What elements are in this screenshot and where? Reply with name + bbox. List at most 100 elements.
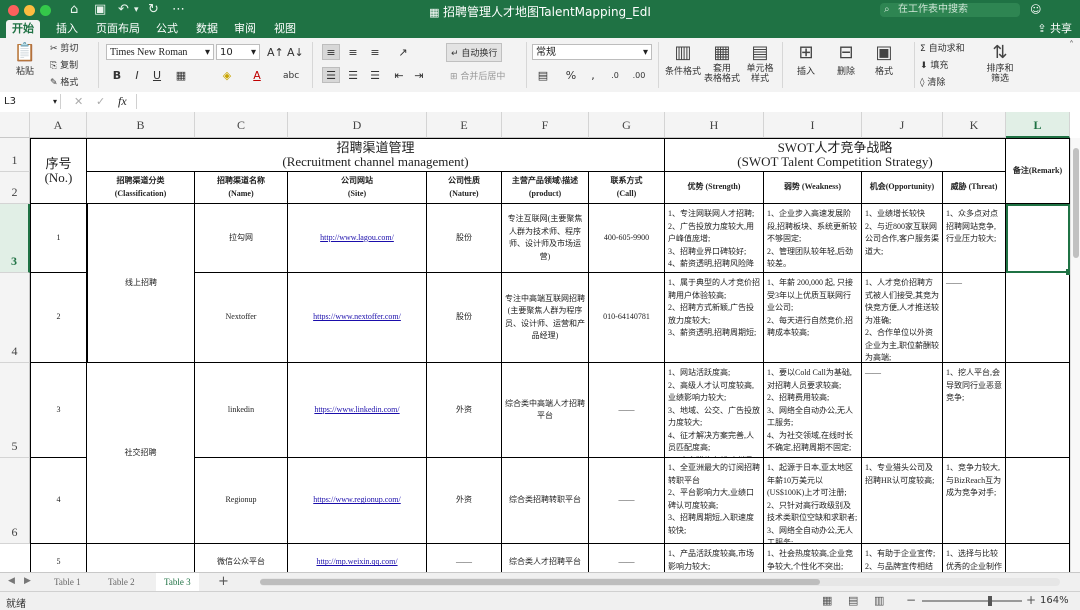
align-top-button[interactable]: ≡ (322, 44, 340, 60)
percent-button[interactable]: % (562, 67, 580, 83)
contact-call[interactable]: —— (589, 544, 665, 572)
font-color-icon[interactable]: A (248, 67, 266, 83)
swot-strength[interactable]: 1、属于典型的人才竞价招聘用户体验较高; 2、招聘方式新颖,广告投放力度较大; … (665, 273, 764, 363)
name-box[interactable]: L3 ▾ (4, 94, 61, 109)
fill-color-icon[interactable]: ◈ (218, 67, 236, 83)
company-site-link[interactable]: http://www.lagou.com/ (288, 204, 427, 273)
zoom-in-button[interactable]: + (1026, 593, 1036, 607)
header-sub-5[interactable]: 联系方式 (Call) (589, 172, 665, 204)
header-sub-0[interactable]: 招聘渠道分类 (Classification) (87, 172, 195, 204)
search-box[interactable]: ⌕ 在工作表中搜索 (880, 3, 1020, 17)
company-nature[interactable]: —— (427, 544, 502, 572)
delete-cells-button[interactable]: ⊟ 删除 (832, 42, 860, 77)
product-description[interactable]: 专注互联网(主要聚焦人群为技术师、程序师、设计师及市场运营) (502, 204, 589, 273)
contact-call[interactable]: 400-605-9900 (589, 204, 665, 273)
comma-style-icon[interactable]: , (584, 67, 602, 83)
tab-formulas[interactable]: 公式 (150, 20, 184, 38)
channel-name[interactable]: Nextoffer (195, 273, 288, 363)
row-no[interactable]: 1 (30, 204, 87, 273)
cancel-edit-icon[interactable]: ✕ (74, 95, 83, 108)
company-nature[interactable]: 股份 (427, 273, 502, 363)
number-format-select[interactable]: 常规 ▾ (532, 44, 652, 60)
swot-threat[interactable]: 1、挖人平台,会导致同行业恶意竞争; (943, 363, 1006, 458)
swot-weakness[interactable]: 1、起源于日本,亚太地区年薪10万美元以 (US$100K)上才可注册; 2、只… (764, 458, 862, 544)
decrease-decimal-icon[interactable]: .00 (630, 67, 648, 83)
autosum-button[interactable]: Σ 自动求和 (920, 41, 965, 54)
swot-strength[interactable]: 1、产品活跃度较高,市场影响力较大; 2、传播快, (665, 544, 764, 572)
swot-strength[interactable]: 1、专注网联网人才招聘; 2、广告投放力度较大,用户峰值庞增; 3、招聘业界口碑… (665, 204, 764, 273)
confirm-edit-icon[interactable]: ✓ (96, 95, 105, 108)
tab-insert[interactable]: 插入 (50, 20, 84, 38)
vertical-scrollbar[interactable] (1070, 138, 1080, 572)
tab-home[interactable]: 开始 (6, 20, 40, 38)
row-no[interactable]: 3 (30, 363, 87, 458)
header-sub-2[interactable]: 公司网站 (Site) (288, 172, 427, 204)
merge-center-button[interactable]: ⊞ 合并后居中 (450, 69, 505, 82)
formula-input[interactable] (136, 94, 1057, 109)
column-header-f[interactable]: F (502, 112, 589, 138)
decrease-font-button[interactable]: A↓ (286, 44, 304, 60)
column-header-g[interactable]: G (589, 112, 665, 138)
swot-weakness[interactable]: 1、年薪 200,000 起, 只接受3年以上优质互联网行业公司; 2、每天进行… (764, 273, 862, 363)
product-description[interactable]: 专注中高端互联网招聘(主要聚焦人群为程序员、设计师、运营和产品经理) (502, 273, 589, 363)
format-as-table-button[interactable]: ▦ 套用 表格格式 (704, 42, 740, 84)
company-nature[interactable]: 股份 (427, 204, 502, 273)
increase-font-button[interactable]: A↑ (266, 44, 284, 60)
header-sub-6[interactable]: 优势 (Strength) (665, 172, 764, 204)
column-header-j[interactable]: J (862, 112, 943, 138)
tab-review[interactable]: 审阅 (228, 20, 262, 38)
border-button[interactable]: ▦ (172, 67, 190, 83)
zoom-slider[interactable] (922, 596, 1022, 606)
sheet-tab-table-1[interactable]: Table 1 (46, 573, 89, 591)
header-sub-8[interactable]: 机会(Opportunity) (862, 172, 943, 204)
header-no[interactable]: 序号 (No.) (30, 138, 87, 204)
swot-strength[interactable]: 1、全亚洲最大的订阅招聘转职平台 2、平台影响力大,业绩口碑认可度较高; 3、招… (665, 458, 764, 544)
share-button[interactable]: ⇪ 共享 (1037, 20, 1072, 38)
column-header-b[interactable]: B (87, 112, 195, 138)
format-painter-button[interactable]: ✎ 格式 (50, 75, 78, 88)
decrease-indent-button[interactable]: ⇤ (390, 67, 408, 83)
row-header-5[interactable]: 5 (0, 363, 30, 458)
column-header-e[interactable]: E (427, 112, 502, 138)
row-header-6[interactable]: 6 (0, 458, 30, 544)
paste-button[interactable]: 📋 粘贴 (10, 42, 40, 77)
insert-function-button[interactable]: fx (118, 94, 127, 109)
swot-weakness[interactable]: 1、社会热度较高,企业竞争较大,个性化不突出; 2、招聘周期不确定 (764, 544, 862, 572)
cut-button[interactable]: ✂ 剪切 (50, 41, 78, 54)
fill-button[interactable]: ⬇ 填充 (920, 58, 948, 71)
italic-button[interactable]: I (128, 67, 146, 83)
swot-threat[interactable]: —— (943, 273, 1006, 363)
row-header-1[interactable]: 1 (0, 138, 30, 172)
classification-online[interactable]: 线上招聘 (87, 204, 195, 363)
swot-threat[interactable]: 1、众多点对点招聘网站竞争,行业压力较大; (943, 204, 1006, 273)
align-right-button[interactable]: ☰ (366, 67, 384, 83)
swot-opportunity[interactable]: —— (862, 363, 943, 458)
swot-threat[interactable]: 1、竞争力较大,与BizReach互为成为竞争对手; (943, 458, 1006, 544)
header-channel-management[interactable]: 招聘渠道管理 (Recruitment channel management) (87, 138, 665, 172)
company-nature[interactable]: 外资 (427, 363, 502, 458)
sheet-tab-table-2[interactable]: Table 2 (100, 573, 143, 591)
currency-icon[interactable]: ▤ (534, 67, 552, 83)
swot-opportunity[interactable]: 1、专业猎头公司及招聘HR认可度较高; (862, 458, 943, 544)
header-swot[interactable]: SWOT人才竞争战略 (SWOT Talent Competition Stra… (665, 138, 1006, 172)
row-no[interactable]: 2 (30, 273, 87, 363)
tab-view[interactable]: 视图 (268, 20, 302, 38)
swot-threat[interactable]: 1、选择与比较优秀的企业制作平台介绍 (943, 544, 1006, 572)
format-cells-button[interactable]: ▣ 格式 (870, 42, 898, 77)
align-left-button[interactable]: ☰ (322, 67, 340, 83)
font-size-select[interactable]: 10 ▾ (216, 44, 260, 60)
page-layout-view-icon[interactable]: ▤ (848, 594, 858, 607)
channel-name[interactable]: 微信公众平台 (195, 544, 288, 572)
remark-cell[interactable] (1006, 273, 1070, 363)
wrap-text-button[interactable]: ↵ 自动换行 (446, 43, 503, 62)
header-sub-3[interactable]: 公司性质 (Nature) (427, 172, 502, 204)
next-sheet-icon[interactable]: ▶ (24, 576, 31, 586)
sheet-tab-table-3[interactable]: Table 3 (156, 573, 199, 593)
underline-button[interactable]: U (148, 67, 166, 83)
prev-sheet-icon[interactable]: ◀ (8, 576, 15, 586)
tab-data[interactable]: 数据 (190, 20, 224, 38)
select-all-corner[interactable] (0, 112, 30, 138)
horizontal-scrollbar[interactable] (260, 578, 1060, 586)
sort-filter-button[interactable]: ⇅ 排序和 筛选 (984, 42, 1016, 84)
header-sub-1[interactable]: 招聘渠道名称 (Name) (195, 172, 288, 204)
